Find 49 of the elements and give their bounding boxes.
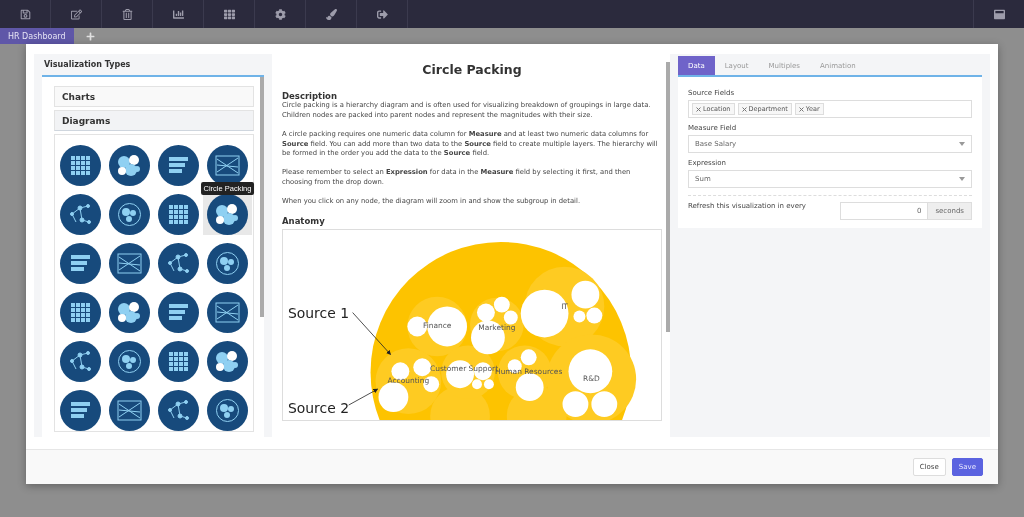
- chart-type-icon: [207, 390, 248, 431]
- chart-type-icon: [158, 243, 199, 284]
- chart-type-icon: [207, 341, 248, 382]
- chart-type-icon: [158, 145, 199, 186]
- chart-type-icon: [109, 341, 150, 382]
- scrollbar[interactable]: [666, 62, 670, 332]
- chart-type-icon: [109, 243, 150, 284]
- dashboard-tab[interactable]: HR Dashboard: [0, 28, 74, 44]
- section-heading: Description: [282, 91, 338, 101]
- brush-icon: [325, 8, 337, 20]
- chart-type-icon: [109, 194, 150, 235]
- save-icon: [19, 8, 31, 20]
- chart-type-icon: [158, 292, 199, 333]
- trash-icon: [121, 8, 133, 20]
- scrollbar[interactable]: [260, 77, 264, 317]
- chart-type-icon: [207, 194, 248, 235]
- remove-icon[interactable]: [696, 106, 701, 112]
- chart-type-icon: [60, 292, 101, 333]
- chart-type-icon: [109, 390, 150, 431]
- section-header[interactable]: Charts: [54, 86, 254, 107]
- remove-icon[interactable]: [798, 106, 804, 112]
- chart-type-icon: [158, 194, 199, 235]
- chart-type-icon: [109, 292, 150, 333]
- section-heading: Anatomy: [282, 215, 326, 226]
- chart-type-icon: [158, 341, 199, 382]
- section-header[interactable]: Diagrams: [54, 110, 254, 131]
- settings-icon: [274, 8, 286, 20]
- chart-type-icon: [60, 390, 101, 431]
- window-icon: [993, 8, 1005, 20]
- chart-type-icon: [109, 145, 150, 186]
- chart-type-icon: [60, 194, 101, 235]
- chart-type-icon: [158, 390, 199, 431]
- edit-icon: [70, 8, 82, 20]
- chart-type-icon: [60, 243, 101, 284]
- plus-icon: [85, 31, 95, 41]
- remove-icon[interactable]: [741, 106, 747, 112]
- chart-type-icon: [60, 145, 101, 186]
- caret-icon: [959, 142, 965, 146]
- sign-out-icon: [376, 8, 388, 20]
- callout-label: Source 1: [287, 304, 349, 321]
- bar-chart-icon: [172, 8, 184, 20]
- panel-title: Visualization Types: [43, 60, 132, 71]
- grid-icon: [223, 8, 235, 20]
- chart-type-icon: [207, 292, 248, 333]
- chart-type-icon: [207, 243, 248, 284]
- chart-type-icon: [60, 341, 101, 382]
- caret-icon: [959, 177, 965, 181]
- visualization-title: Circle Packing: [421, 62, 523, 77]
- callout-label: Source 2: [287, 399, 349, 416]
